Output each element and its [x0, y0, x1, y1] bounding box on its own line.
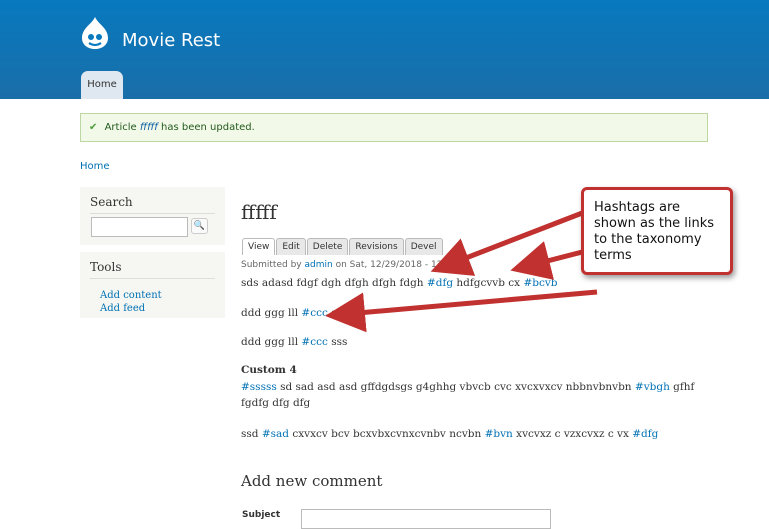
arrow-to-bcvb: [510, 241, 591, 280]
arrow-to-dfg: [430, 207, 591, 276]
annotation-callout: Hashtags are shown as the links to the t…: [581, 187, 733, 275]
arrow-to-ccc: [325, 289, 598, 333]
